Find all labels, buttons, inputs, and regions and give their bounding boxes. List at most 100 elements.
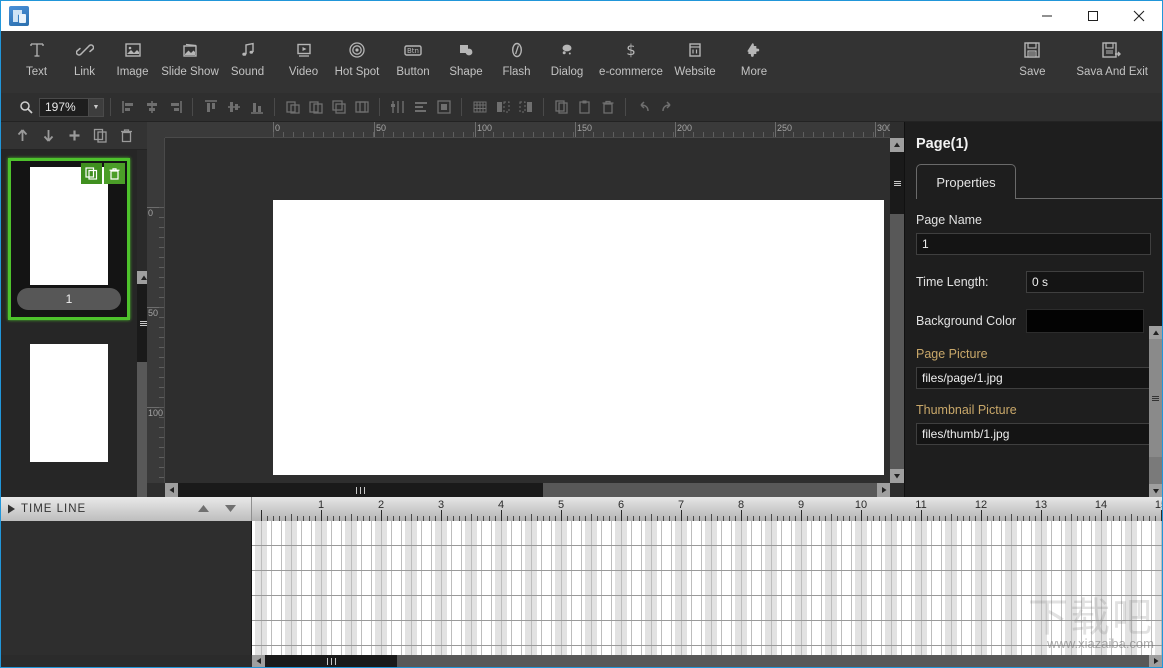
- page-picture-input[interactable]: files/page/1.jpg: [916, 367, 1151, 389]
- toolbar-item-label: e-commerce: [599, 66, 663, 78]
- snap-left-icon[interactable]: [492, 97, 513, 118]
- paste-icon[interactable]: [574, 97, 595, 118]
- toolbar-item-e-commerce[interactable]: $ e-commerce: [594, 31, 668, 93]
- scrollbar-grip-icon: [326, 657, 336, 665]
- distribute-vertical-icon[interactable]: [410, 97, 431, 118]
- scroll-left-arrow-icon[interactable]: [165, 483, 178, 497]
- scrollbar-thumb[interactable]: [890, 152, 904, 214]
- chevron-down-icon[interactable]: ▼: [89, 97, 104, 117]
- caret-down-icon[interactable]: [224, 500, 237, 518]
- same-height-icon[interactable]: [305, 97, 326, 118]
- ruler-label: 0: [275, 123, 281, 133]
- zoom-input[interactable]: 197%: [39, 97, 89, 117]
- align-top-icon[interactable]: [200, 97, 221, 118]
- scroll-down-arrow-icon[interactable]: [890, 469, 904, 483]
- toolbar-item-more[interactable]: More: [730, 31, 778, 93]
- toolbar-divider: [192, 98, 193, 116]
- toolbar-item-dialog[interactable]: Dialog: [541, 31, 593, 93]
- distribute-horizontal-icon[interactable]: [387, 97, 408, 118]
- toolbar-item-label: More: [740, 66, 768, 78]
- page-card-2[interactable]: [10, 344, 128, 494]
- timeline-grid[interactable]: 下载吧 www.xiazaiba.com: [252, 521, 1162, 655]
- timeline-track-list[interactable]: [1, 521, 252, 655]
- toolbar-item-shape[interactable]: Shape: [440, 31, 492, 93]
- timeline-title: TIME LINE: [21, 503, 87, 515]
- thumbnail-picture-input[interactable]: files/thumb/1.jpg: [916, 423, 1151, 445]
- scrollbar-thumb[interactable]: [178, 483, 543, 497]
- page-card-1[interactable]: 1: [8, 158, 130, 320]
- magnifier-icon[interactable]: [19, 100, 33, 114]
- snap-right-icon[interactable]: [515, 97, 536, 118]
- scrollbar-thumb[interactable]: [265, 655, 397, 667]
- scroll-up-arrow-icon[interactable]: [890, 138, 904, 152]
- button-icon: Btn: [402, 37, 424, 63]
- toolbar-divider: [274, 98, 275, 116]
- copy-icon[interactable]: [551, 97, 572, 118]
- scrollbar-thumb[interactable]: [1149, 339, 1162, 457]
- minimize-icon[interactable]: [1024, 1, 1070, 31]
- scrollbar-grip-icon: [1152, 395, 1159, 401]
- toolbar-item-slide-show[interactable]: Slide Show: [157, 31, 223, 93]
- scroll-right-arrow-icon[interactable]: [877, 483, 890, 497]
- properties-body: Page Name 1 Time Length: 0 s Background …: [905, 213, 1162, 445]
- caret-up-icon[interactable]: [197, 500, 210, 518]
- canvas-vertical-scrollbar[interactable]: [890, 138, 904, 483]
- caret-right-icon[interactable]: [1, 504, 21, 514]
- toolbar-item-website[interactable]: Website: [669, 31, 721, 93]
- move-up-icon[interactable]: [15, 128, 30, 143]
- secondary-toolbar: 197% ▼: [1, 93, 1162, 122]
- toolbar-item-image[interactable]: Image: [109, 31, 156, 93]
- align-left-icon[interactable]: [118, 97, 139, 118]
- same-size-icon[interactable]: [328, 97, 349, 118]
- tab-properties[interactable]: Properties: [916, 164, 1016, 199]
- timeline-header[interactable]: TIME LINE: [1, 497, 252, 521]
- toolbar-item-video[interactable]: Video: [280, 31, 327, 93]
- delete-page-icon[interactable]: [104, 163, 125, 184]
- background-color-swatch[interactable]: [1026, 309, 1144, 333]
- add-page-icon[interactable]: [67, 128, 82, 143]
- canvas-page-surface[interactable]: [273, 200, 884, 475]
- redo-icon[interactable]: [656, 97, 677, 118]
- horizontal-ruler: 0 50 100 150 200 250 300: [165, 122, 890, 138]
- maximize-icon[interactable]: [1070, 1, 1116, 31]
- canvas-horizontal-scrollbar[interactable]: [165, 483, 890, 497]
- pages-list[interactable]: 1: [1, 150, 137, 497]
- toolbar-item-hot-spot[interactable]: Hot Spot: [328, 31, 386, 93]
- move-down-icon[interactable]: [41, 128, 56, 143]
- toolbar-item-flash[interactable]: Flash: [493, 31, 540, 93]
- scroll-up-arrow-icon[interactable]: [1149, 326, 1162, 339]
- same-width-icon[interactable]: [282, 97, 303, 118]
- align-right-icon[interactable]: [164, 97, 185, 118]
- save-button[interactable]: Save: [1002, 31, 1062, 93]
- time-length-input[interactable]: 0 s: [1026, 271, 1144, 293]
- align-middle-icon[interactable]: [223, 97, 244, 118]
- canvas-area[interactable]: 0 50 100 150 200 250 300 0 50 100: [147, 122, 904, 497]
- delete-icon[interactable]: [597, 97, 618, 118]
- align-bottom-icon[interactable]: [246, 97, 267, 118]
- timeline-horizontal-scrollbar[interactable]: [252, 655, 1162, 667]
- toolbar-item-button[interactable]: Btn Button: [387, 31, 439, 93]
- grid-icon[interactable]: [469, 97, 490, 118]
- duplicate-page-icon[interactable]: [93, 128, 108, 143]
- copy-page-icon[interactable]: [81, 163, 102, 184]
- toolbar-item-link[interactable]: Link: [61, 31, 108, 93]
- properties-scrollbar[interactable]: [1149, 326, 1162, 497]
- delete-page-icon[interactable]: [119, 128, 134, 143]
- close-icon[interactable]: [1116, 1, 1162, 31]
- same-shape-icon[interactable]: [351, 97, 372, 118]
- size-match-group: [281, 97, 373, 118]
- video-icon: [295, 37, 313, 63]
- undo-icon[interactable]: [633, 97, 654, 118]
- page-name-input[interactable]: 1: [916, 233, 1151, 255]
- save-and-exit-button[interactable]: Sava And Exit: [1076, 31, 1148, 93]
- center-page-icon[interactable]: [433, 97, 454, 118]
- toolbar-item-sound[interactable]: Sound: [224, 31, 271, 93]
- scroll-down-arrow-icon[interactable]: [1149, 484, 1162, 497]
- ruler-label: 200: [677, 123, 693, 133]
- toolbar-item-text[interactable]: Text: [13, 31, 60, 93]
- scroll-left-arrow-icon[interactable]: [252, 655, 265, 667]
- toolbar-item-label: Image: [116, 66, 149, 78]
- pages-toolbar: [1, 122, 147, 150]
- align-center-vertical-icon[interactable]: [141, 97, 162, 118]
- scroll-right-arrow-icon[interactable]: [1149, 655, 1162, 667]
